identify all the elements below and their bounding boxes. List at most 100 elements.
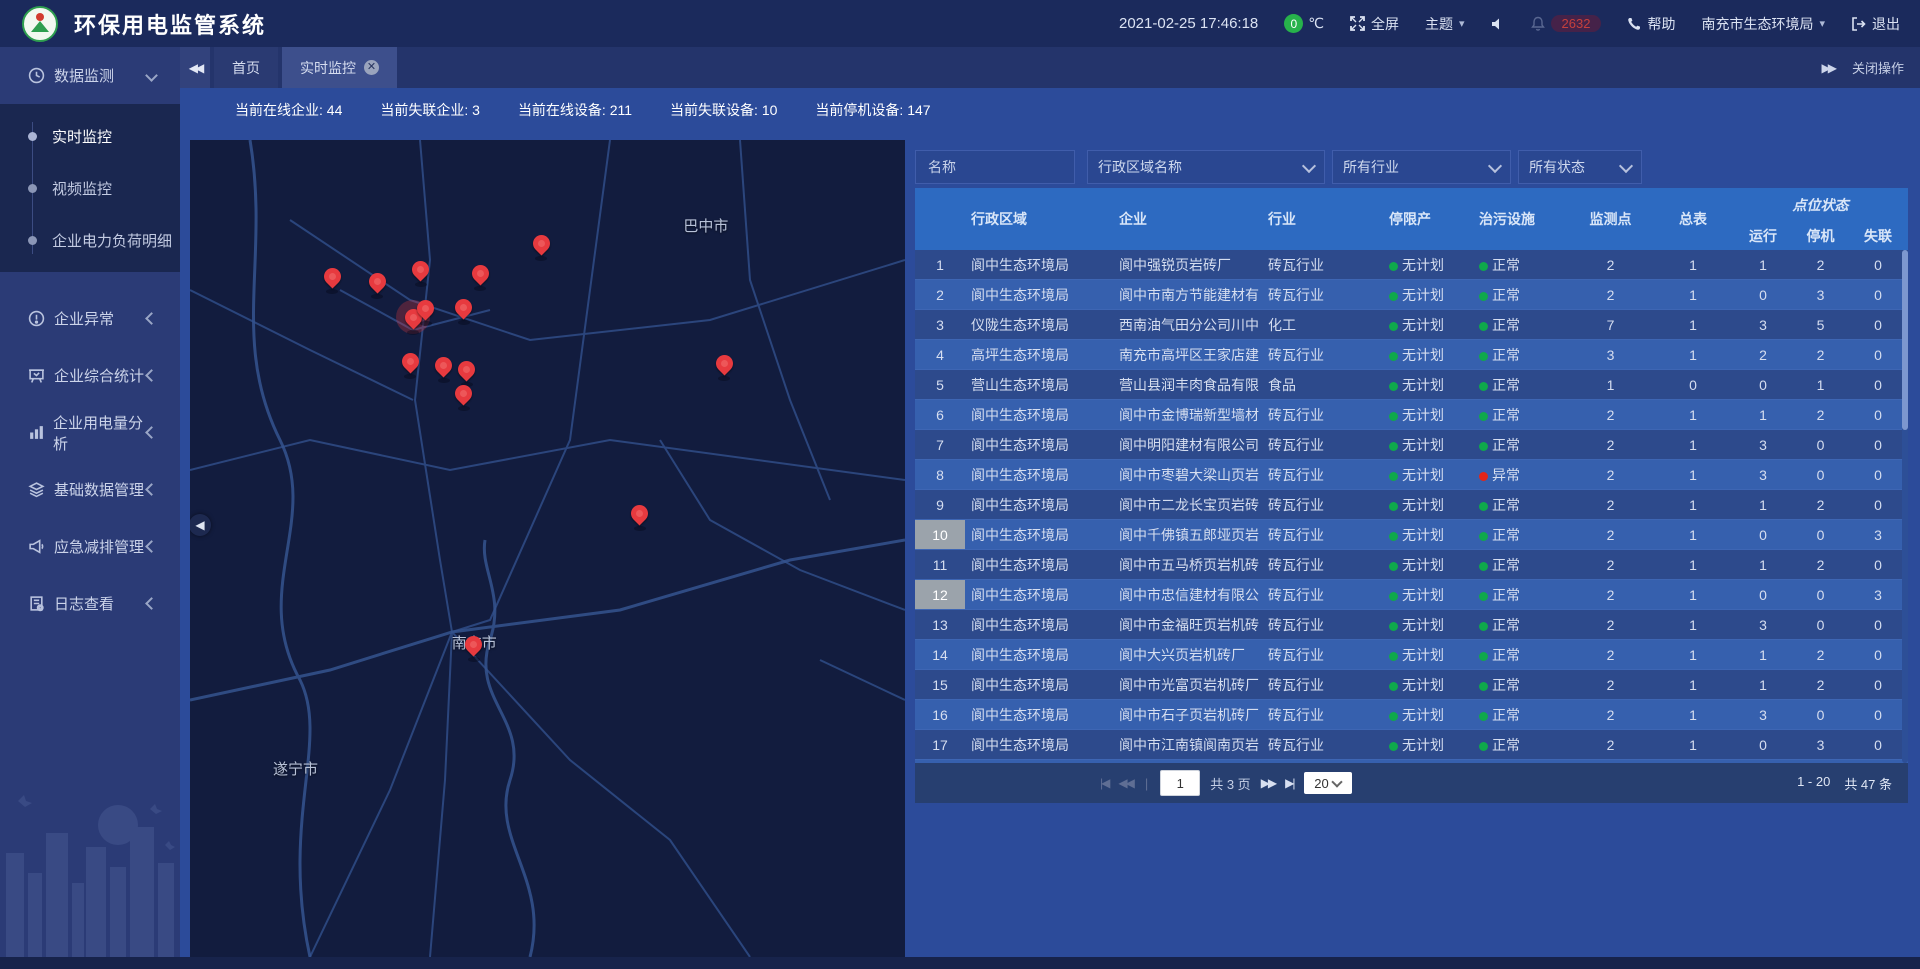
pagination-summary: 1 - 20 共 47 条 <box>1797 774 1892 793</box>
cell-stop-limit: 无计划 <box>1383 610 1473 640</box>
sidebar-group-6[interactable]: 日志查看 <box>0 575 180 632</box>
sidebar-item-2[interactable]: 企业电力负荷明细 <box>0 214 180 266</box>
row-index: 17 <box>915 730 965 760</box>
notifications[interactable]: 2632 <box>1531 15 1602 32</box>
last-page-button[interactable]: ▶| <box>1285 776 1293 790</box>
page-number-input[interactable] <box>1160 770 1200 796</box>
sidebar-group-1[interactable]: 企业异常 <box>0 290 180 347</box>
table-scrollbar[interactable] <box>1902 250 1908 763</box>
map-panel[interactable]: 巴中市南充市遂宁市 <box>190 140 905 957</box>
close-tab-icon[interactable]: ✕ <box>364 60 379 75</box>
tab-realtime-monitor[interactable]: 实时监控 ✕ <box>282 47 397 88</box>
sidebar-group-4[interactable]: 基础数据管理 <box>0 461 180 518</box>
cell-industry: 砖瓦行业 <box>1262 700 1383 730</box>
logout-button[interactable]: 退出 <box>1851 14 1900 34</box>
chevron-down-icon <box>1302 158 1316 172</box>
stat-item: 当前在线企业: 44 <box>235 100 342 120</box>
sidebar-group-label: 数据监测 <box>54 65 114 86</box>
table-row[interactable]: 7 阆中生态环境局 阆中明阳建材有限公司 砖瓦行业 无计划 正常 2 1 3 0… <box>915 430 1908 460</box>
table-row[interactable]: 5 营山生态环境局 营山县润丰肉食品有限 食品 无计划 正常 1 0 0 1 0 <box>915 370 1908 400</box>
table-row[interactable]: 15 阆中生态环境局 阆中市光富页岩机砖厂 砖瓦行业 无计划 正常 2 1 1 … <box>915 670 1908 700</box>
status-select[interactable]: 所有状态 <box>1518 150 1642 184</box>
sidebar-group-3[interactable]: 企业用电量分析 <box>0 404 180 461</box>
theme-dropdown[interactable]: 主题▾ <box>1425 14 1465 34</box>
sidebar-collapse-button[interactable]: ◀ <box>190 514 211 536</box>
col-monitor-points: 监测点 <box>1568 188 1653 250</box>
cell-meter: 1 <box>1653 250 1733 280</box>
status-dot-icon <box>1479 262 1488 271</box>
cell-meter: 1 <box>1653 430 1733 460</box>
app-title: 环保用电监管系统 <box>74 8 266 40</box>
close-operations-button[interactable]: 关闭操作 <box>1852 58 1904 77</box>
table-row[interactable]: 2 阆中生态环境局 阆中市南方节能建材有 砖瓦行业 无计划 正常 2 1 0 3… <box>915 280 1908 310</box>
table-row[interactable]: 6 阆中生态环境局 阆中市金博瑞新型墙材 砖瓦行业 无计划 正常 2 1 1 2… <box>915 400 1908 430</box>
page-size-select[interactable]: 20 <box>1304 772 1352 794</box>
region-select[interactable]: 行政区域名称 <box>1087 150 1325 184</box>
table-row[interactable]: 14 阆中生态环境局 阆中大兴页岩机砖厂 砖瓦行业 无计划 正常 2 1 1 2… <box>915 640 1908 670</box>
sound-button[interactable] <box>1491 17 1505 31</box>
table-row[interactable]: 11 阆中生态环境局 阆中市五马桥页岩机砖 砖瓦行业 无计划 正常 2 1 1 … <box>915 550 1908 580</box>
board-icon <box>28 367 46 384</box>
cell-offline: 0 <box>1848 310 1908 340</box>
sidebar-item-label: 企业电力负荷明细 <box>52 230 172 251</box>
sidebar-group-0[interactable]: 数据监测 <box>0 47 180 104</box>
table-row[interactable]: 3 仪陇生态环境局 西南油气田分公司川中 化工 无计划 正常 7 1 3 5 0 <box>915 310 1908 340</box>
fullscreen-button[interactable]: 全屏 <box>1350 14 1399 34</box>
next-page-button[interactable]: ▶▶ <box>1261 776 1275 790</box>
tab-scroll-right-button[interactable]: ▶▶ <box>1822 61 1834 75</box>
stat-item: 当前失联设备: 10 <box>670 100 777 120</box>
cell-facility: 正常 <box>1473 640 1568 670</box>
scrollbar-thumb[interactable] <box>1902 250 1908 430</box>
sidebar-group-2[interactable]: 企业综合统计 <box>0 347 180 404</box>
industry-select[interactable]: 所有行业 <box>1332 150 1511 184</box>
cell-stopped: 2 <box>1793 400 1848 430</box>
help-button[interactable]: 帮助 <box>1627 14 1675 34</box>
table-row[interactable]: 13 阆中生态环境局 阆中市金福旺页岩机砖 砖瓦行业 无计划 正常 2 1 3 … <box>915 610 1908 640</box>
cell-running: 0 <box>1733 370 1793 400</box>
table-row[interactable]: 8 阆中生态环境局 阆中市枣碧大梁山页岩 砖瓦行业 无计划 异常 2 1 3 0… <box>915 460 1908 490</box>
chevron-down-icon <box>1488 158 1502 172</box>
table-row[interactable]: 16 阆中生态环境局 阆中市石子页岩机砖厂 砖瓦行业 无计划 正常 2 1 3 … <box>915 700 1908 730</box>
cell-region: 阆中生态环境局 <box>965 610 1113 640</box>
name-search-input-box[interactable] <box>915 150 1075 184</box>
status-dot-icon <box>1389 292 1398 301</box>
table-row[interactable]: 17 阆中生态环境局 阆中市江南镇阆南页岩 砖瓦行业 无计划 正常 2 1 0 … <box>915 730 1908 760</box>
table-row[interactable]: 9 阆中生态环境局 阆中市二龙长宝页岩砖 砖瓦行业 无计划 正常 2 1 1 2… <box>915 490 1908 520</box>
table-row[interactable]: 4 高坪生态环境局 南充市高坪区王家店建 砖瓦行业 无计划 正常 3 1 2 2… <box>915 340 1908 370</box>
table-row[interactable]: 10 阆中生态环境局 阆中千佛镇五郎垭页岩 砖瓦行业 无计划 正常 2 1 0 … <box>915 520 1908 550</box>
status-dot-icon <box>1479 442 1488 451</box>
cell-offline: 0 <box>1848 670 1908 700</box>
city-label: 遂宁市 <box>273 758 318 779</box>
tab-scroll-left-button[interactable]: ◀◀ <box>180 47 210 88</box>
cell-offline: 0 <box>1848 340 1908 370</box>
row-index: 16 <box>915 700 965 730</box>
name-search-input[interactable] <box>926 158 1064 176</box>
pin-shadow <box>474 286 486 291</box>
layers-icon <box>28 481 46 498</box>
bell-icon <box>1531 16 1545 31</box>
pin-shadow <box>438 378 450 383</box>
tab-home[interactable]: 首页 <box>214 47 278 88</box>
first-page-button[interactable]: |◀ <box>1100 776 1108 790</box>
table-row[interactable]: 12 阆中生态环境局 阆中市忠信建材有限公 砖瓦行业 无计划 正常 2 1 0 … <box>915 580 1908 610</box>
clock-icon <box>28 67 46 84</box>
pin-shadow <box>407 330 419 335</box>
total-pages-label: 共 3 页 <box>1210 774 1250 793</box>
datetime-display: 2021-02-25 17:46:18 <box>1119 15 1258 32</box>
table-row[interactable]: 1 阆中生态环境局 阆中强锐页岩砖厂 砖瓦行业 无计划 正常 2 1 1 2 0 <box>915 250 1908 280</box>
chevron-down-icon <box>1619 158 1633 172</box>
row-index: 14 <box>915 640 965 670</box>
sidebar-group-5[interactable]: 应急减排管理 <box>0 518 180 575</box>
cell-offline: 0 <box>1848 430 1908 460</box>
prev-page-button[interactable]: ◀◀ <box>1118 776 1132 790</box>
sidebar-item-1[interactable]: 视频监控 <box>0 162 180 214</box>
user-org-dropdown[interactable]: 南充市生态环境局▾ <box>1701 14 1825 34</box>
cell-company: 阆中市金博瑞新型墙材 <box>1113 400 1262 430</box>
cell-running: 1 <box>1733 250 1793 280</box>
cell-offline: 0 <box>1848 640 1908 670</box>
stat-item: 当前停机设备: 147 <box>815 100 930 120</box>
cell-region: 阆中生态环境局 <box>965 280 1113 310</box>
col-group-point-status: 点位状态 <box>1733 188 1908 222</box>
sidebar-group-label: 企业综合统计 <box>54 365 144 386</box>
sidebar-item-0[interactable]: 实时监控 <box>0 110 180 162</box>
